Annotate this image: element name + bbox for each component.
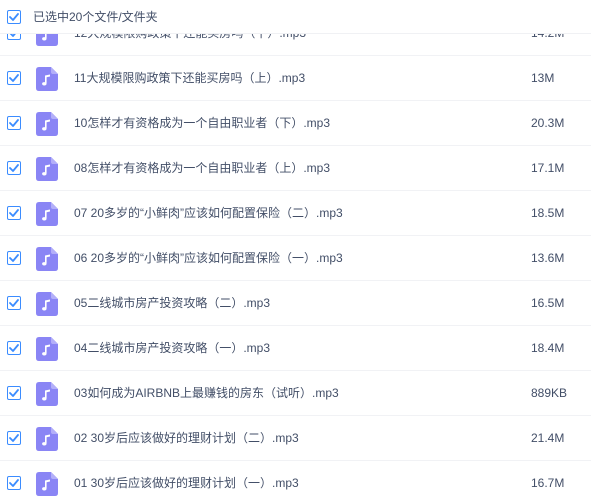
file-name: 05二线城市房产投资攻略（二）.mp3 xyxy=(74,296,271,310)
file-checkbox[interactable] xyxy=(7,116,21,130)
file-checkbox[interactable] xyxy=(7,251,21,265)
file-size: 18.4M xyxy=(531,341,565,355)
file-row[interactable]: 04二线城市房产投资攻略（一）.mp3 18.4M xyxy=(0,326,591,371)
file-list-view: 12大规模限购政策下还能买房吗（下）.mp3 14.2M 11大规模限购政策下还… xyxy=(0,0,591,496)
checkmark-icon xyxy=(9,299,19,307)
file-name: 03如何成为AIRBNB上最赚钱的房东（试听）.mp3 xyxy=(74,386,339,400)
file-size: 17.1M xyxy=(531,161,565,175)
checkmark-icon xyxy=(9,164,19,172)
music-file-icon xyxy=(36,247,58,271)
music-file-icon xyxy=(36,157,58,181)
music-file-icon xyxy=(36,67,58,91)
file-row[interactable]: 07 20多岁的“小鲜肉”应该如何配置保险（二）.mp3 18.5M xyxy=(0,191,591,236)
file-size: 16.7M xyxy=(531,476,565,490)
file-row[interactable]: 10怎样才有资格成为一个自由职业者（下）.mp3 20.3M xyxy=(0,101,591,146)
file-name: 02 30岁后应该做好的理财计划（二）.mp3 xyxy=(74,431,299,445)
file-name: 06 20多岁的“小鲜肉”应该如何配置保险（一）.mp3 xyxy=(74,251,343,265)
file-list: 12大规模限购政策下还能买房吗（下）.mp3 14.2M 11大规模限购政策下还… xyxy=(0,11,591,496)
file-size: 13.6M xyxy=(531,251,565,265)
file-name: 01 30岁后应该做好的理财计划（一）.mp3 xyxy=(74,476,299,490)
file-checkbox[interactable] xyxy=(7,71,21,85)
file-size: 13M xyxy=(531,71,555,85)
music-file-icon xyxy=(36,472,58,496)
checkmark-icon xyxy=(9,344,19,352)
file-row[interactable]: 01 30岁后应该做好的理财计划（一）.mp3 16.7M xyxy=(0,461,591,496)
music-file-icon xyxy=(36,382,58,406)
file-size: 21.4M xyxy=(531,431,565,445)
file-checkbox[interactable] xyxy=(7,431,21,445)
music-file-icon xyxy=(36,427,58,451)
file-size: 18.5M xyxy=(531,206,565,220)
checkmark-icon xyxy=(9,74,19,82)
selection-count-label: 已选中20个文件/文件夹 xyxy=(33,10,158,24)
checkmark-icon xyxy=(9,389,19,397)
file-checkbox[interactable] xyxy=(7,161,21,175)
file-row[interactable]: 02 30岁后应该做好的理财计划（二）.mp3 21.4M xyxy=(0,416,591,461)
music-file-icon xyxy=(36,202,58,226)
checkmark-icon xyxy=(9,434,19,442)
file-name: 04二线城市房产投资攻略（一）.mp3 xyxy=(74,341,271,355)
file-name: 11大规模限购政策下还能买房吗（上）.mp3 xyxy=(74,71,306,85)
file-name: 08怎样才有资格成为一个自由职业者（上）.mp3 xyxy=(74,161,331,175)
checkmark-icon xyxy=(9,254,19,262)
selection-header: 已选中20个文件/文件夹 xyxy=(0,0,591,34)
file-name: 07 20多岁的“小鲜肉”应该如何配置保险（二）.mp3 xyxy=(74,206,343,220)
file-row[interactable]: 06 20多岁的“小鲜肉”应该如何配置保险（一）.mp3 13.6M xyxy=(0,236,591,281)
music-file-icon xyxy=(36,112,58,136)
file-checkbox[interactable] xyxy=(7,296,21,310)
file-checkbox[interactable] xyxy=(7,341,21,355)
file-checkbox[interactable] xyxy=(7,206,21,220)
select-all-checkbox[interactable] xyxy=(7,10,21,24)
checkmark-icon xyxy=(9,479,19,487)
file-name: 10怎样才有资格成为一个自由职业者（下）.mp3 xyxy=(74,116,331,130)
file-size: 16.5M xyxy=(531,296,565,310)
file-row[interactable]: 03如何成为AIRBNB上最赚钱的房东（试听）.mp3 889KB xyxy=(0,371,591,416)
file-checkbox[interactable] xyxy=(7,476,21,490)
music-file-icon xyxy=(36,337,58,361)
checkmark-icon xyxy=(9,119,19,127)
file-row[interactable]: 08怎样才有资格成为一个自由职业者（上）.mp3 17.1M xyxy=(0,146,591,191)
file-row[interactable]: 05二线城市房产投资攻略（二）.mp3 16.5M xyxy=(0,281,591,326)
music-file-icon xyxy=(36,292,58,316)
file-checkbox[interactable] xyxy=(7,386,21,400)
file-size: 889KB xyxy=(531,386,568,400)
checkmark-icon xyxy=(9,13,19,21)
file-row[interactable]: 11大规模限购政策下还能买房吗（上）.mp3 13M xyxy=(0,56,591,101)
file-size: 20.3M xyxy=(531,116,565,130)
checkmark-icon xyxy=(9,209,19,217)
